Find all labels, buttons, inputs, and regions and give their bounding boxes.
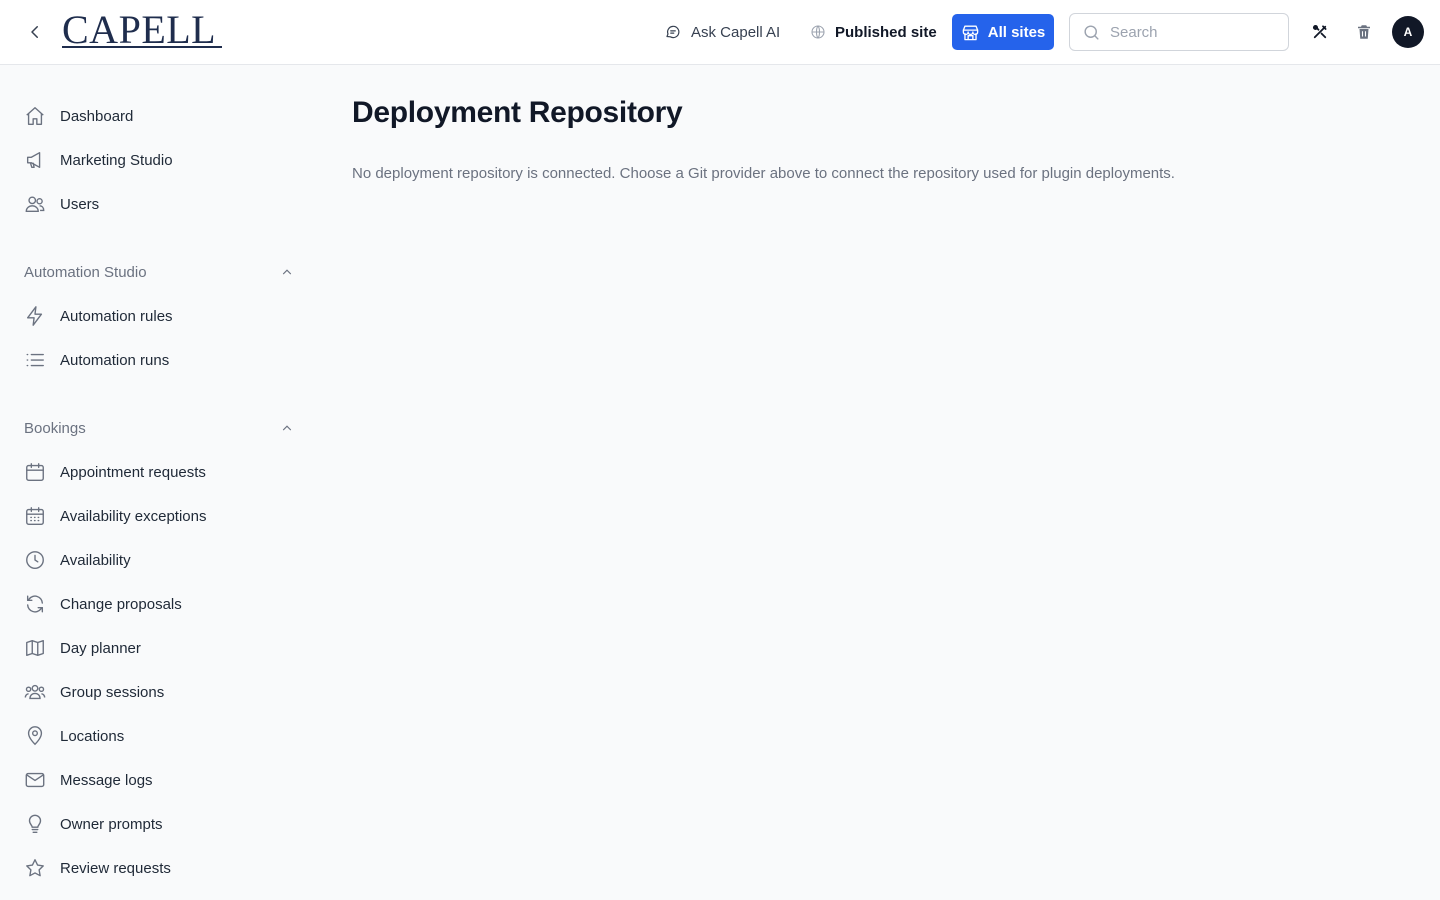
chevron-up-icon [278,419,296,437]
globe-icon [811,25,825,39]
sidebar-item-label: Message logs [60,771,153,789]
sidebar-item-appointment-requests[interactable]: Appointment requests [24,456,296,488]
light-bulb-icon [24,813,46,835]
section-title: Bookings [24,419,86,437]
chevron-up-icon [278,263,296,281]
calendar-icon [24,461,46,483]
published-site-label: Published site [835,23,937,41]
sidebar-item-label: Availability [60,551,131,569]
trash-button[interactable] [1352,20,1376,44]
sidebar-item-label: Owner prompts [60,815,163,833]
sidebar-item-label: Availability exceptions [60,507,207,525]
all-sites-label: All sites [987,23,1046,41]
refresh-icon [24,593,46,615]
sidebar-item-locations[interactable]: Locations [24,720,296,752]
all-sites-button[interactable]: All sites [952,14,1054,50]
top-bar: CAPELL Ask Capell AI Published site All … [0,0,1440,65]
section-toggle-bookings[interactable]: Bookings [24,414,296,442]
sidebar-item-label: Marketing Studio [60,151,173,169]
sidebar-item-dashboard[interactable]: Dashboard [24,100,296,132]
sidebar-item-label: Group sessions [60,683,165,701]
star-icon [24,857,46,879]
sidebar-item-label: Users [60,195,100,213]
building-storefront-icon [962,24,979,40]
bolt-icon [24,305,46,327]
sidebar-item-group-sessions[interactable]: Group sessions [24,676,296,708]
search-input[interactable] [1110,23,1270,41]
user-group-icon [24,681,46,703]
megaphone-icon [24,149,46,171]
sidebar-item-label: Dashboard [60,107,134,125]
avatar-initial: A [1403,25,1413,39]
sidebar-item-day-planner[interactable]: Day planner [24,632,296,664]
sidebar-item-label: Day planner [60,639,141,657]
sidebar-item-label: Automation runs [60,351,170,369]
trash-icon [1358,25,1370,39]
sidebar-item-users[interactable]: Users [24,188,296,220]
sidebar-item-label: Review requests [60,859,171,877]
back-button[interactable] [22,19,48,45]
user-avatar[interactable]: A [1392,16,1424,48]
sidebar-item-label: Locations [60,727,125,745]
published-site-button[interactable]: Published site [810,16,937,48]
home-icon [24,105,46,127]
sidebar-item-automation-runs[interactable]: Automation runs [24,344,296,376]
search-icon [1084,24,1099,40]
sidebar-item-label: Change proposals [60,595,182,613]
wrench-screwdriver-icon [1312,24,1327,39]
chat-bubble-icon [666,25,680,39]
ask-ai-label: Ask Capell AI [691,23,781,41]
list-icon [24,349,46,371]
search-box[interactable] [1069,13,1289,51]
empty-state-message: No deployment repository is connected. C… [352,165,1175,182]
sidebar-item-availability-exceptions[interactable]: Availability exceptions [24,500,296,532]
sidebar-item-label: Appointment requests [60,463,206,481]
calendar-days-icon [24,505,46,527]
clock-icon [24,549,46,571]
sidebar-item-message-logs[interactable]: Message logs [24,764,296,796]
sidebar: Dashboard Marketing Studio Users Automat… [0,65,320,900]
chevron-left-icon [31,26,38,38]
page-title: Deployment Repository [352,96,683,129]
logo-underline [62,46,222,48]
envelope-icon [24,769,46,791]
sidebar-item-label: Automation rules [60,307,173,325]
sidebar-item-review-requests[interactable]: Review requests [24,852,296,884]
ask-ai-button[interactable]: Ask Capell AI [664,16,780,48]
section-toggle-automation-studio[interactable]: Automation Studio [24,258,296,286]
map-icon [24,637,46,659]
map-pin-icon [24,725,46,747]
logo[interactable]: CAPELL [62,8,226,52]
users-icon [24,193,46,215]
sidebar-item-availability[interactable]: Availability [24,544,296,576]
sidebar-item-automation-rules[interactable]: Automation rules [24,300,296,332]
tools-button[interactable] [1308,20,1332,44]
sidebar-item-marketing-studio[interactable]: Marketing Studio [24,144,296,176]
sidebar-item-owner-prompts[interactable]: Owner prompts [24,808,296,840]
section-title: Automation Studio [24,263,147,281]
sidebar-item-change-proposals[interactable]: Change proposals [24,588,296,620]
